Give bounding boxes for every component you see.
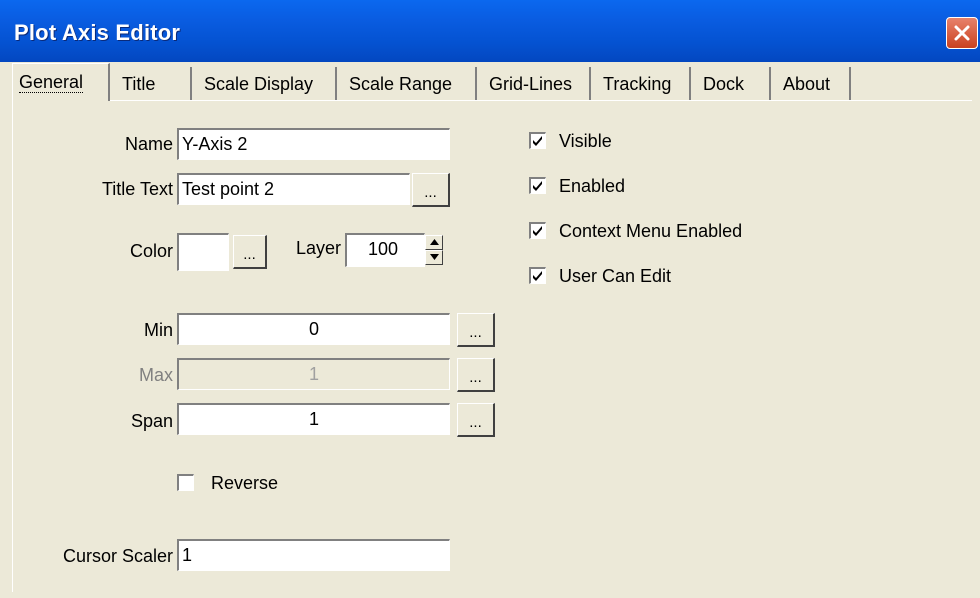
reverse-label: Reverse xyxy=(211,473,279,493)
layer-spin-down-button[interactable] xyxy=(425,250,443,265)
title-text-label: Title Text xyxy=(101,179,173,199)
name-label: Name xyxy=(124,134,173,154)
max-browse-button[interactable]: ... xyxy=(457,358,495,392)
enabled-checkbox[interactable] xyxy=(529,177,546,194)
cursor-scaler-label: Cursor Scaler xyxy=(62,546,173,566)
tab-grid-lines[interactable]: Grid-Lines xyxy=(483,67,591,101)
tab-scale-display[interactable]: Scale Display xyxy=(198,67,337,101)
span-label: Span xyxy=(130,411,173,431)
context-menu-enabled-label: Context Menu Enabled xyxy=(559,221,743,241)
visible-label: Visible xyxy=(559,131,612,151)
color-swatch[interactable] xyxy=(177,233,229,271)
span-browse-button[interactable]: ... xyxy=(457,403,495,437)
title-text-field[interactable]: Test point 2 xyxy=(177,173,410,205)
tab-title[interactable]: Title xyxy=(116,67,192,101)
tab-strip: General Title Scale Display Scale Range … xyxy=(12,63,972,101)
context-menu-enabled-checkbox[interactable] xyxy=(529,222,546,239)
tab-general[interactable]: General xyxy=(12,63,110,101)
min-browse-button[interactable]: ... xyxy=(457,313,495,347)
max-field[interactable]: 1 xyxy=(177,358,450,390)
user-can-edit-label: User Can Edit xyxy=(559,266,672,286)
title-bar: Plot Axis Editor xyxy=(0,0,980,62)
color-label: Color xyxy=(129,241,173,261)
name-field[interactable]: Y-Axis 2 xyxy=(177,128,450,160)
general-panel: Name Y-Axis 2 Title Text Test point 2 ..… xyxy=(12,100,972,592)
min-label: Min xyxy=(143,320,173,340)
layer-label: Layer xyxy=(295,238,341,258)
max-label: Max xyxy=(138,365,173,385)
tab-about[interactable]: About xyxy=(777,67,851,101)
check-icon xyxy=(533,226,542,236)
span-field[interactable]: 1 xyxy=(177,403,450,435)
layer-spin-up-button[interactable] xyxy=(425,235,443,250)
tab-scale-range[interactable]: Scale Range xyxy=(343,67,477,101)
reverse-checkbox[interactable] xyxy=(177,474,194,491)
user-can-edit-checkbox[interactable] xyxy=(529,267,546,284)
min-field[interactable]: 0 xyxy=(177,313,450,345)
check-icon xyxy=(533,271,542,281)
close-icon xyxy=(954,25,970,41)
arrow-down-icon xyxy=(430,254,439,260)
title-text-browse-button[interactable]: ... xyxy=(412,173,450,207)
tab-dock[interactable]: Dock xyxy=(697,67,771,101)
arrow-up-icon xyxy=(430,239,439,245)
check-icon xyxy=(533,136,542,146)
window-title: Plot Axis Editor xyxy=(14,20,181,45)
enabled-label: Enabled xyxy=(559,176,626,196)
color-browse-button[interactable]: ... xyxy=(233,235,267,269)
layer-field[interactable]: 100 xyxy=(345,233,425,267)
tab-tracking[interactable]: Tracking xyxy=(597,67,691,101)
close-button[interactable] xyxy=(946,17,978,49)
check-icon xyxy=(533,181,542,191)
visible-checkbox[interactable] xyxy=(529,132,546,149)
cursor-scaler-field[interactable]: 1 xyxy=(177,539,450,571)
